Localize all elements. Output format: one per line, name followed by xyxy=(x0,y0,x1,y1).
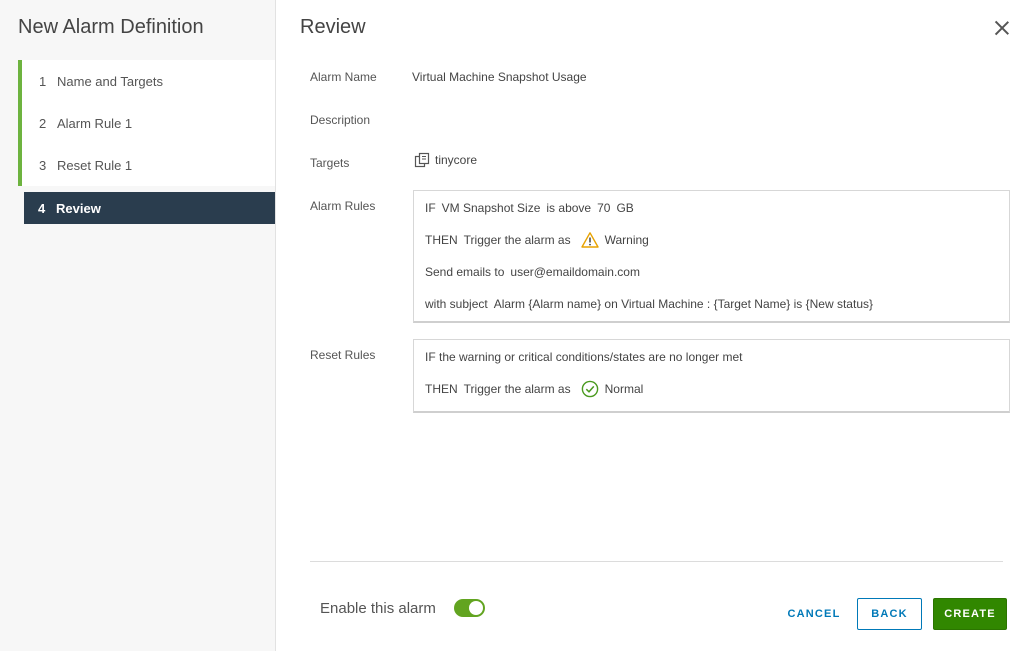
metric: VM Snapshot Size xyxy=(441,201,541,215)
step-reset-rule-1[interactable]: 3 Reset Rule 1 xyxy=(18,144,275,186)
email-subject: Alarm {Alarm name} on Virtual Machine : … xyxy=(493,297,873,311)
threshold: 70 xyxy=(597,201,611,215)
alarm-rule-subject: with subject Alarm {Alarm name} on Virtu… xyxy=(425,297,873,311)
footer-divider xyxy=(310,561,1003,562)
review-panel: Review Alarm Name Virtual Machine Snapsh… xyxy=(276,0,1024,651)
description-label: Description xyxy=(310,113,371,127)
alarm-rules-box: IF VM Snapshot Size is above 70 GB THEN … xyxy=(413,190,1010,323)
reset-rule-action: THEN Trigger the alarm as Normal xyxy=(425,380,643,398)
step-alarm-rule-1[interactable]: 2 Alarm Rule 1 xyxy=(18,102,275,144)
step-number: 1 xyxy=(39,73,47,89)
step-review[interactable]: 4 Review xyxy=(24,192,275,224)
reset-rule-condition: IF the warning or critical conditions/st… xyxy=(425,350,743,364)
close-icon[interactable] xyxy=(992,18,1012,38)
reset-rules-box: IF the warning or critical conditions/st… xyxy=(413,339,1010,413)
create-button[interactable]: CREATE xyxy=(933,598,1007,630)
alarm-rule-action: THEN Trigger the alarm as Warning xyxy=(425,231,649,249)
subject-text: with subject xyxy=(425,297,488,311)
warning-triangle-icon xyxy=(580,232,599,248)
email-text: Send emails to xyxy=(425,265,505,279)
target-item: tinycore xyxy=(414,152,477,168)
unit: GB xyxy=(616,201,634,215)
if-keyword: IF xyxy=(425,201,436,215)
check-circle-icon xyxy=(581,380,598,398)
step-label: Reset Rule 1 xyxy=(57,157,133,173)
then-keyword: THEN xyxy=(425,382,458,396)
back-button[interactable]: BACK xyxy=(857,598,922,630)
wizard-sidebar: New Alarm Definition 1 Name and Targets … xyxy=(0,0,276,651)
enable-alarm-label: Enable this alarm xyxy=(320,600,436,617)
trigger-text: Trigger the alarm as xyxy=(463,233,571,247)
step-label: Name and Targets xyxy=(57,73,163,89)
step-label: Alarm Rule 1 xyxy=(57,115,133,131)
operator: is above xyxy=(546,201,592,215)
wizard-title: New Alarm Definition xyxy=(18,16,204,38)
targets-label: Targets xyxy=(310,156,350,170)
wizard-steps: 1 Name and Targets 2 Alarm Rule 1 3 Rese… xyxy=(18,60,275,224)
reset-rules-label: Reset Rules xyxy=(310,348,376,362)
alarm-rules-label: Alarm Rules xyxy=(310,199,376,213)
target-name: tinycore xyxy=(435,153,478,167)
step-name-and-targets[interactable]: 1 Name and Targets xyxy=(18,60,275,102)
then-keyword: THEN xyxy=(425,233,458,247)
alarm-name-value: Virtual Machine Snapshot Usage xyxy=(412,70,587,84)
trigger-text: Trigger the alarm as xyxy=(463,382,571,396)
step-number: 2 xyxy=(39,115,47,131)
severity-warning: Warning xyxy=(604,233,649,247)
alarm-rule-email: Send emails to user@emaildomain.com xyxy=(425,265,640,279)
email-address: user@emaildomain.com xyxy=(510,265,640,279)
page-title: Review xyxy=(300,16,366,38)
vm-icon xyxy=(414,152,430,168)
step-number: 3 xyxy=(39,157,47,173)
alarm-rule-condition: IF VM Snapshot Size is above 70 GB xyxy=(425,201,634,215)
severity-normal: Normal xyxy=(604,382,644,396)
step-number: 4 xyxy=(38,200,46,216)
toggle-knob xyxy=(469,601,483,615)
cancel-button[interactable]: CANCEL xyxy=(776,598,852,630)
step-label: Review xyxy=(56,200,101,216)
alarm-name-label: Alarm Name xyxy=(310,70,377,84)
enable-alarm-toggle[interactable] xyxy=(454,599,485,617)
